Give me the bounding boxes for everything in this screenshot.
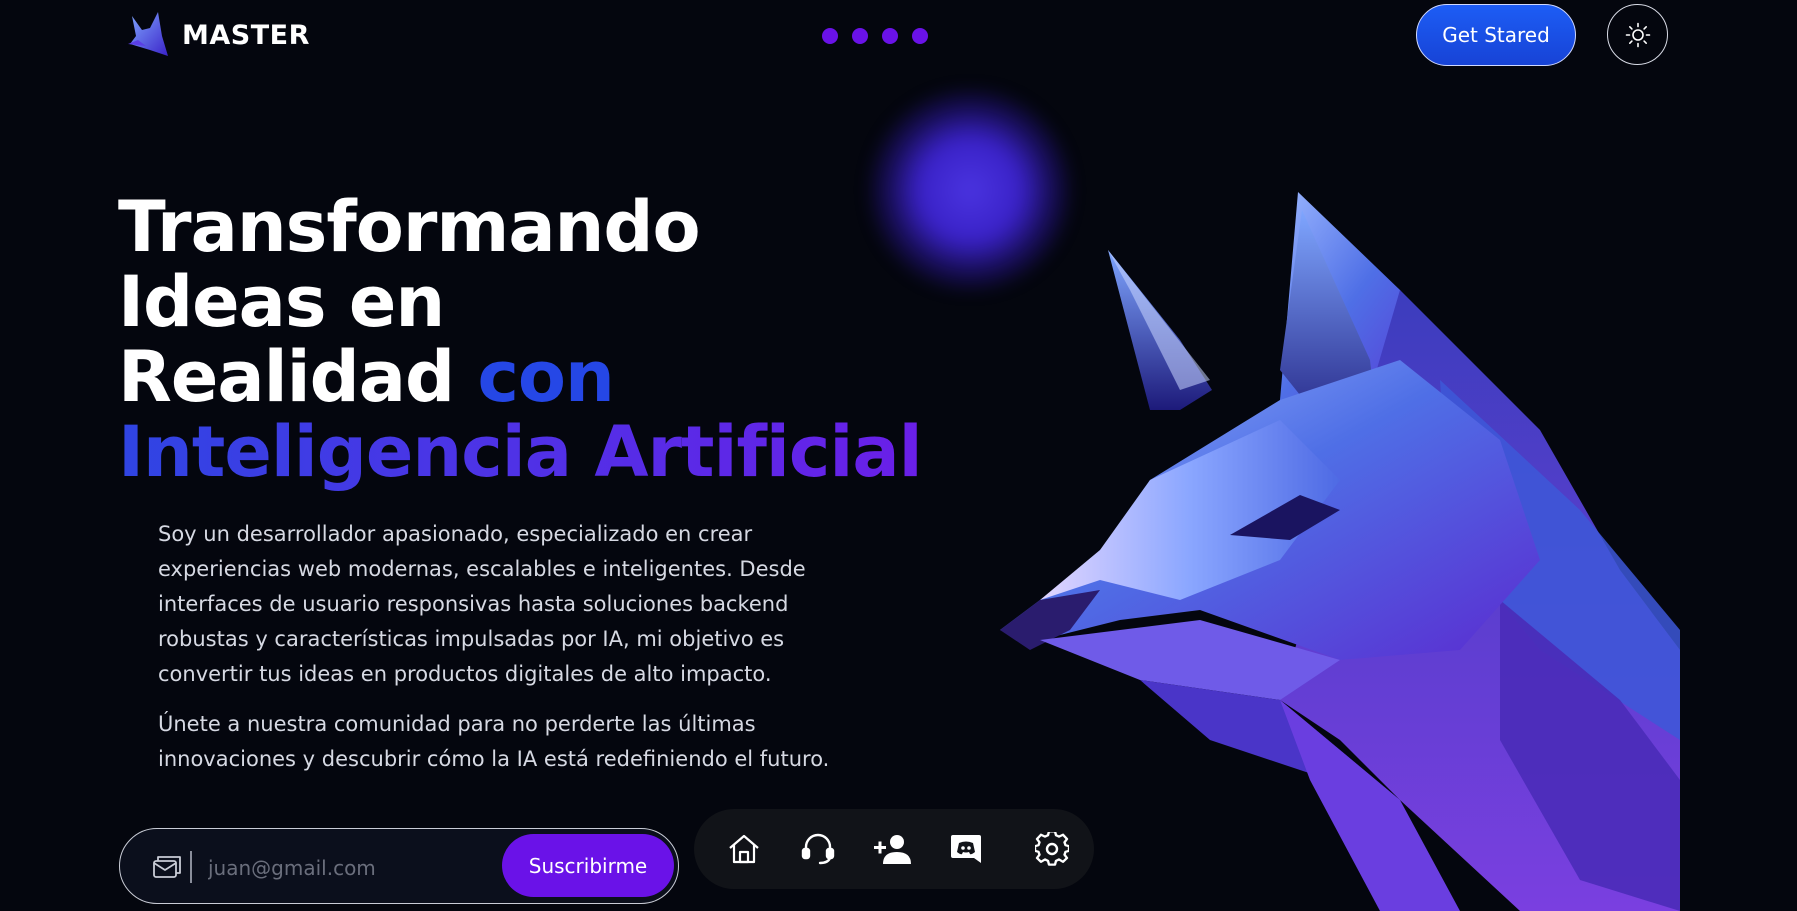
discord-icon (951, 835, 981, 863)
carousel-dots (822, 28, 928, 44)
headset-icon (801, 833, 835, 865)
dock-discord-button[interactable] (946, 829, 986, 869)
fox-logo-icon (128, 12, 168, 56)
brand-name: MASTER (182, 19, 310, 51)
hero-title-accent-con: con (477, 336, 614, 418)
get-started-button[interactable]: Get Stared (1416, 4, 1576, 66)
input-divider (190, 851, 192, 883)
dock-home-button[interactable] (724, 829, 764, 869)
dock-support-button[interactable] (798, 829, 838, 869)
gear-icon (1035, 832, 1069, 866)
add-user-icon (874, 835, 911, 864)
fox-illustration (1000, 192, 1680, 911)
carousel-dot[interactable] (852, 28, 868, 44)
subscribe-form: Suscribirme (119, 828, 679, 904)
hero-title-line1: Transformando (118, 186, 701, 268)
subscribe-button[interactable]: Suscribirme (502, 834, 674, 897)
hero-title: Transformando Ideas en Realidad con Inte… (118, 190, 923, 493)
hero-title-line3: Realidad (118, 336, 455, 418)
theme-toggle-button[interactable] (1607, 4, 1668, 65)
carousel-dot[interactable] (822, 28, 838, 44)
dock-settings-button[interactable] (1032, 829, 1072, 869)
sun-icon (1625, 22, 1650, 47)
page: MASTER Get Stared Transformando Ideas en… (0, 0, 1797, 911)
carousel-dot[interactable] (912, 28, 928, 44)
icon-dock (694, 809, 1094, 889)
hero-description: Soy un desarrollador apasionado, especia… (158, 517, 858, 792)
hero-title-line2: Ideas en (118, 261, 445, 343)
email-input[interactable] (206, 849, 510, 887)
hero-paragraph-1: Soy un desarrollador apasionado, especia… (158, 522, 806, 686)
hero-paragraph-2: Únete a nuestra comunidad para no perder… (158, 712, 830, 771)
home-icon (729, 834, 759, 864)
brand[interactable]: MASTER (124, 10, 310, 60)
carousel-dot[interactable] (882, 28, 898, 44)
mail-icon (153, 856, 181, 878)
hero-title-line4: Inteligencia Artificial (118, 411, 923, 493)
dock-add-user-button[interactable] (872, 829, 912, 869)
